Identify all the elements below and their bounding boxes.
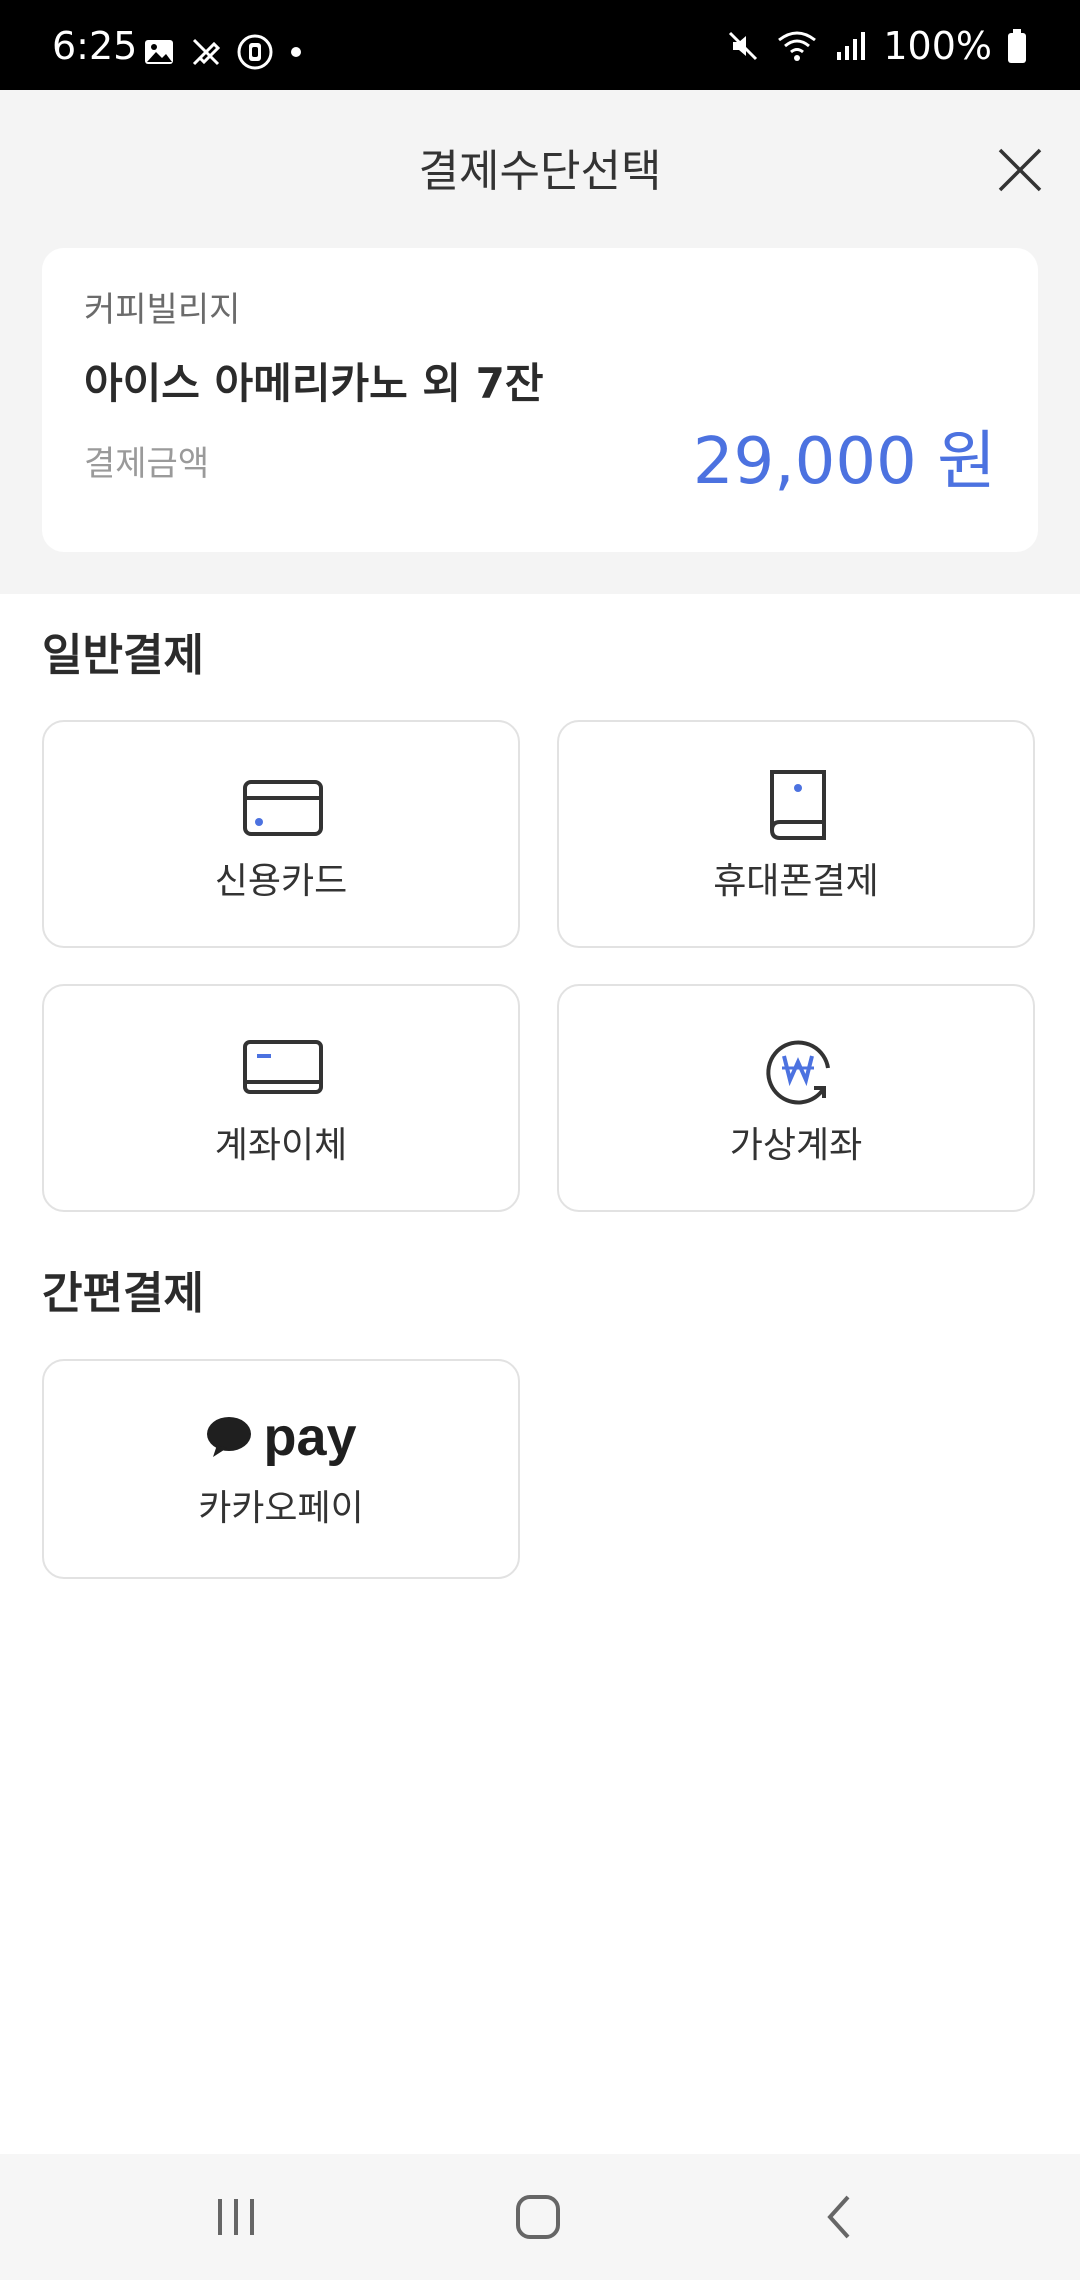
order-summary-card: 커피빌리지 아이스 아메리카노 외 7잔 결제금액 29,000 원 xyxy=(42,248,1038,552)
pen-off-icon xyxy=(192,38,221,66)
close-icon xyxy=(998,148,1042,192)
payment-summary-section: 결제수단선택 커피빌리지 아이스 아메리카노 외 7잔 결제금액 29,000 … xyxy=(0,90,1080,594)
phone-payment-option[interactable]: 휴대폰결제 xyxy=(557,720,1035,948)
kakaopay-logo-text: pay xyxy=(263,1407,357,1467)
image-icon xyxy=(145,40,173,64)
credit-card-label: 신용카드 xyxy=(214,861,348,902)
status-time: 6:25 xyxy=(52,24,138,68)
status-right-icons: 100% xyxy=(725,22,1028,70)
home-button[interactable] xyxy=(508,2187,568,2247)
phone-icon xyxy=(770,770,826,840)
kakaopay-logo: pay xyxy=(44,1397,518,1477)
amount-value: 29,000 원 xyxy=(692,425,996,499)
home-icon xyxy=(516,2195,560,2239)
back-button[interactable] xyxy=(810,2187,870,2247)
wifi-icon xyxy=(778,31,817,61)
lens-icon xyxy=(237,34,273,70)
status-left-icons xyxy=(142,32,306,72)
battery-icon xyxy=(1008,29,1026,63)
store-name: 커피빌리지 xyxy=(84,290,241,330)
virtual-account-label: 가상계좌 xyxy=(729,1125,863,1166)
recent-apps-button[interactable] xyxy=(206,2187,266,2247)
back-icon xyxy=(827,2195,850,2239)
system-nav-bar xyxy=(0,2154,1080,2280)
close-button[interactable] xyxy=(990,140,1050,200)
recent-apps-icon xyxy=(218,2199,254,2235)
virtual-account-icon xyxy=(766,1040,830,1105)
speech-bubble-icon xyxy=(207,1417,252,1457)
easy-payment-title: 간편결제 xyxy=(42,1268,204,1319)
kakaopay-label: 카카오페이 xyxy=(198,1488,364,1529)
bank-transfer-option[interactable]: 계좌이체 xyxy=(42,984,520,1212)
status-bar: 6:25 100% xyxy=(0,0,1080,90)
phone-payment-label: 휴대폰결제 xyxy=(713,861,879,902)
credit-card-icon xyxy=(243,780,323,836)
virtual-account-option[interactable]: 가상계좌 xyxy=(557,984,1035,1212)
mute-icon xyxy=(729,31,758,61)
dot-icon xyxy=(291,47,301,57)
amount-label: 결제금액 xyxy=(84,444,210,484)
kakaopay-option[interactable]: pay 카카오페이 xyxy=(42,1359,520,1579)
bank-transfer-icon xyxy=(243,1040,323,1094)
credit-card-option[interactable]: 신용카드 xyxy=(42,720,520,948)
order-item: 아이스 아메리카노 외 7잔 xyxy=(84,359,544,408)
bank-transfer-label: 계좌이체 xyxy=(214,1125,348,1166)
battery-percent: 100% xyxy=(883,24,992,68)
general-payment-title: 일반결제 xyxy=(42,630,204,681)
page-title: 결제수단선택 xyxy=(418,146,662,197)
signal-icon xyxy=(837,32,866,60)
